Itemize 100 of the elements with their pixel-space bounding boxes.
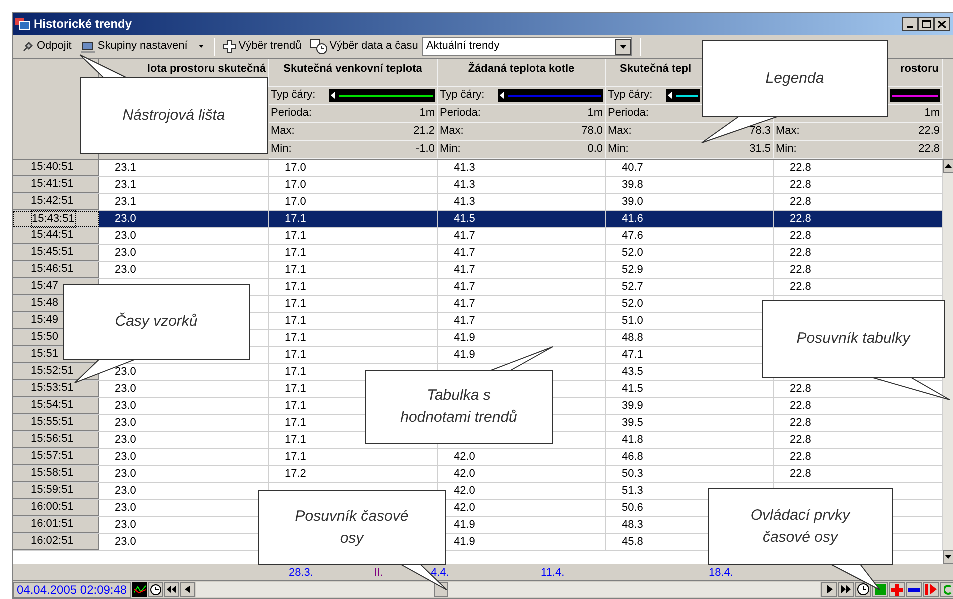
calendar-clock-icon (310, 38, 328, 54)
line-style-swatch[interactable] (329, 89, 435, 102)
previous-button[interactable] (180, 582, 196, 597)
table-cell-text: 39.5 (622, 416, 644, 431)
table-cell-text: 52.7 (622, 280, 644, 295)
legend-label: Min: (608, 142, 629, 158)
legend-label: Min: (271, 142, 292, 158)
table-cell-text: 41.7 (454, 228, 476, 244)
time-cell: 15:43:51 (32, 210, 75, 228)
table-cell-text: 23.0 (115, 484, 136, 499)
line-style-swatch[interactable] (498, 89, 603, 102)
timeline-control-button[interactable] (906, 582, 922, 597)
table-cell-text: 23.0 (115, 450, 136, 465)
dropdown-icon (620, 44, 627, 48)
table-cell-text: 17.1 (285, 416, 306, 431)
timeline-control-button[interactable] (838, 582, 854, 597)
time-cell-text: 16:00:51 (31, 500, 74, 516)
legend-label: Min: (776, 142, 797, 158)
table-cell-text: 17.0 (285, 178, 306, 193)
time-cell-text: 15:47 (31, 279, 59, 294)
time-cell-text: 15:46:51 (31, 262, 74, 278)
caret-icon (668, 92, 672, 99)
table-cell-text: 22.8 (790, 450, 812, 465)
table-cell-text: 50.3 (622, 466, 644, 482)
app-icon (15, 17, 31, 31)
minus-icon (908, 588, 920, 592)
legend-label: Typ čáry: (440, 88, 486, 104)
timeline-scrollbar[interactable] (196, 582, 820, 597)
table-cell-text: 41.3 (454, 194, 476, 210)
play-icon (824, 585, 834, 594)
table-cell-text: 17.1 (285, 262, 306, 278)
table-cell-text: 22.8 (790, 398, 812, 414)
time-cell-text: 15:54:51 (31, 398, 74, 414)
table-cell-text: 41.3 (454, 178, 476, 193)
table-scrollbar[interactable] (943, 159, 953, 564)
timeline-control-button[interactable] (855, 582, 871, 597)
table-cell-text: 23.0 (115, 500, 136, 516)
table-cell-text: 39.8 (622, 178, 644, 193)
table-cell-text: 17.0 (285, 194, 306, 210)
table-cell-text: 51.0 (622, 314, 644, 329)
table-cell-text: 22.8 (790, 194, 812, 210)
rewind-button[interactable] (164, 582, 180, 597)
time-cell-text: 15:49 (31, 313, 59, 328)
legend-value: 21.2 (414, 124, 435, 140)
toolbar-button[interactable]: Skupiny nastavení (80, 36, 206, 56)
caret-icon (500, 92, 504, 99)
table-cell-text: 17.1 (285, 348, 306, 363)
time-cell-text: 15:41:51 (31, 177, 74, 192)
table-cell-text: 41.6 (622, 212, 644, 227)
legend-label: Max: (776, 124, 800, 140)
clock-button[interactable] (148, 582, 164, 597)
table-cell-text: 17.1 (285, 364, 306, 380)
timeline-date: II. (374, 566, 384, 581)
close-button[interactable] (934, 17, 950, 31)
table-cell-text: 23.0 (115, 262, 136, 278)
line-style-swatch[interactable] (666, 89, 700, 102)
table-cell-text: 22.8 (790, 262, 812, 278)
table-cell-text: 42.0 (454, 450, 476, 465)
table-cell-text: 22.8 (790, 212, 812, 227)
time-cell-text: 15:51 (31, 347, 59, 362)
maximize-button[interactable] (918, 17, 934, 31)
toolbar-button[interactable]: Odpojit (21, 36, 72, 56)
legend-value: 22.9 (918, 124, 940, 140)
table-cell-text: 23.0 (115, 518, 136, 533)
time-cell-text: 15:40:51 (31, 160, 74, 176)
table-cell-text: 23.1 (115, 160, 136, 176)
line-style-swatch[interactable] (890, 89, 940, 102)
step-forward-icon (925, 584, 937, 595)
table-cell-text: 23.0 (115, 398, 136, 414)
legend-label: Typ čáry: (271, 88, 317, 104)
computer-icon (80, 40, 96, 54)
legend-value: 22.8 (918, 142, 940, 158)
legend-label: Max: (608, 124, 632, 140)
table-cell-text: 17.1 (285, 228, 306, 244)
fast-forward-icon (840, 585, 852, 594)
toolbar-button[interactable]: Výběr trendů (222, 36, 302, 56)
refresh-icon (944, 584, 952, 596)
table-cell-text: 41.3 (454, 160, 476, 176)
chart-button[interactable] (132, 582, 148, 597)
legend-value: -1.0 (416, 142, 435, 158)
trend-select[interactable]: Aktuální trendy (422, 37, 632, 56)
table-cell-text: 45.8 (622, 534, 644, 550)
callout-pointer (490, 346, 554, 372)
table-cell-text: 22.8 (790, 382, 812, 397)
table-cell-text: 41.9 (454, 330, 476, 346)
table-cell-text: 41.7 (454, 280, 476, 295)
legend-label: Max: (440, 124, 464, 140)
timeline-control-button[interactable] (821, 582, 837, 597)
minimize-button[interactable] (902, 17, 918, 31)
legend-value: 1m (420, 106, 435, 122)
column-header: lota prostoru skutečná (147, 62, 266, 77)
timeline-date: 4.4. (431, 566, 450, 581)
table-cell-text: 41.9 (454, 348, 476, 363)
time-cell-text: 15:57:51 (31, 449, 74, 464)
table-cell-text: 52.9 (622, 262, 644, 278)
time-cell-text: 15:59:51 (31, 483, 74, 498)
table-cell-text: 48.8 (622, 330, 644, 346)
toolbar-button[interactable]: Výběr data a času (310, 36, 418, 56)
plus-icon (891, 584, 903, 596)
table-cell-text: 22.8 (790, 246, 812, 261)
